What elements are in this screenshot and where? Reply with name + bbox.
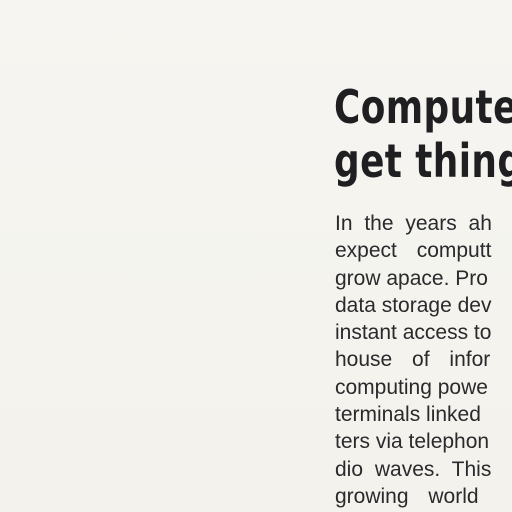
magazine-page: Compute get thing In the years ah expect…	[0, 0, 512, 512]
article-body: In the years ah expect computt grow apac…	[335, 210, 492, 510]
body-line: ters via telephon	[335, 430, 490, 454]
body-line: instant access to	[335, 321, 492, 345]
article-headline: Compute get thing	[334, 80, 512, 188]
body-line: growing world	[335, 484, 479, 508]
body-line: terminals linked	[335, 403, 481, 427]
headline-line: Compute	[334, 80, 512, 134]
body-line: grow apace. Pro	[335, 266, 488, 290]
body-line: expect computt	[335, 239, 492, 263]
body-line: house of infor	[335, 348, 491, 372]
body-line: data storage dev	[335, 293, 492, 317]
headline-line: get thing	[334, 134, 512, 188]
body-line: In the years ah	[335, 212, 492, 235]
body-line: dio waves. This	[335, 457, 492, 481]
body-line: computing powe	[335, 375, 488, 399]
